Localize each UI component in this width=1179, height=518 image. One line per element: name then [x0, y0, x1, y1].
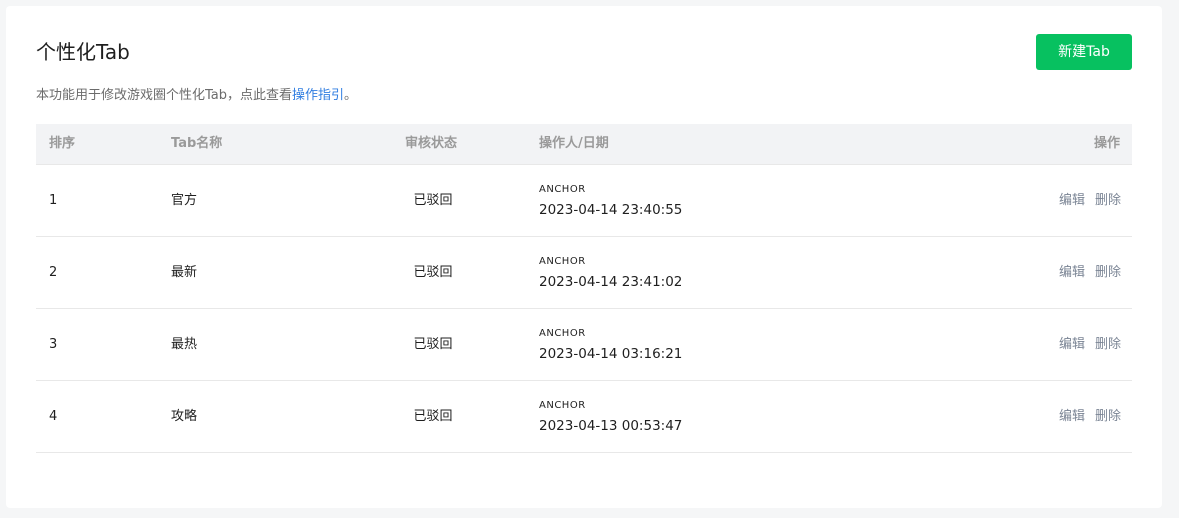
row-tab-name: 最热 [171, 337, 198, 352]
row-status: 已驳回 [413, 337, 453, 352]
row-status: 已驳回 [413, 409, 453, 424]
column-header-status: 审核状态 [405, 136, 458, 151]
row-operator: ANCHOR [539, 328, 586, 339]
row-actions: 编辑 删除 [1059, 381, 1121, 452]
column-header-order: 排序 [49, 136, 76, 151]
row-status: 已驳回 [413, 265, 453, 280]
description-text: 本功能用于修改游戏圈个性化Tab，点此查看 [36, 88, 293, 103]
column-header-operator: 操作人/日期 [539, 136, 609, 151]
row-actions: 编辑 删除 [1059, 165, 1121, 236]
table-row: 2 最新 已驳回 ANCHOR 2023-04-14 23:41:02 编辑 删除 [36, 237, 1132, 309]
row-operator: ANCHOR [539, 256, 586, 267]
row-actions: 编辑 删除 [1059, 237, 1121, 308]
row-date: 2023-04-13 00:53:47 [539, 418, 683, 434]
page-title: 个性化Tab [36, 40, 130, 64]
table-header: 排序 Tab名称 审核状态 操作人/日期 操作 [36, 124, 1132, 165]
row-date: 2023-04-14 23:41:02 [539, 274, 683, 290]
edit-button[interactable]: 编辑 [1059, 409, 1085, 424]
create-tab-button[interactable]: 新建Tab [1036, 34, 1132, 70]
row-operator-info: ANCHOR 2023-04-14 23:41:02 [539, 255, 682, 292]
row-date: 2023-04-14 23:40:55 [539, 202, 683, 218]
column-header-name: Tab名称 [171, 136, 223, 151]
row-actions: 编辑 删除 [1059, 309, 1121, 380]
row-operator-info: ANCHOR 2023-04-14 23:40:55 [539, 183, 682, 220]
table-row: 4 攻略 已驳回 ANCHOR 2023-04-13 00:53:47 编辑 删除 [36, 381, 1132, 453]
row-status: 已驳回 [413, 193, 453, 208]
row-order: 2 [49, 265, 58, 280]
row-operator: ANCHOR [539, 184, 586, 195]
edit-button[interactable]: 编辑 [1059, 265, 1085, 280]
guide-link[interactable]: 操作指引 [292, 88, 344, 103]
row-tab-name: 攻略 [171, 409, 198, 424]
row-tab-name: 官方 [171, 193, 198, 208]
row-operator: ANCHOR [539, 400, 586, 411]
delete-button[interactable]: 删除 [1095, 337, 1121, 352]
tab-table: 排序 Tab名称 审核状态 操作人/日期 操作 1 官方 已驳回 ANCHOR … [36, 124, 1132, 453]
row-tab-name: 最新 [171, 265, 198, 280]
column-header-actions: 操作 [1093, 136, 1120, 151]
row-order: 4 [49, 409, 58, 424]
description-suffix: 。 [344, 88, 358, 103]
edit-button[interactable]: 编辑 [1059, 337, 1085, 352]
row-operator-info: ANCHOR 2023-04-14 03:16:21 [539, 327, 682, 364]
row-order: 3 [49, 337, 58, 352]
table-row: 3 最热 已驳回 ANCHOR 2023-04-14 03:16:21 编辑 删除 [36, 309, 1132, 381]
edit-button[interactable]: 编辑 [1059, 193, 1085, 208]
row-date: 2023-04-14 03:16:21 [539, 346, 683, 362]
row-operator-info: ANCHOR 2023-04-13 00:53:47 [539, 399, 682, 436]
table-row: 1 官方 已驳回 ANCHOR 2023-04-14 23:40:55 编辑 删除 [36, 165, 1132, 237]
description: 本功能用于修改游戏圈个性化Tab，点此查看操作指引。 [36, 87, 357, 105]
delete-button[interactable]: 删除 [1095, 409, 1121, 424]
delete-button[interactable]: 删除 [1095, 265, 1121, 280]
row-order: 1 [49, 193, 58, 208]
delete-button[interactable]: 删除 [1095, 193, 1121, 208]
main-card: 个性化Tab 新建Tab 本功能用于修改游戏圈个性化Tab，点此查看操作指引。 … [6, 6, 1162, 508]
